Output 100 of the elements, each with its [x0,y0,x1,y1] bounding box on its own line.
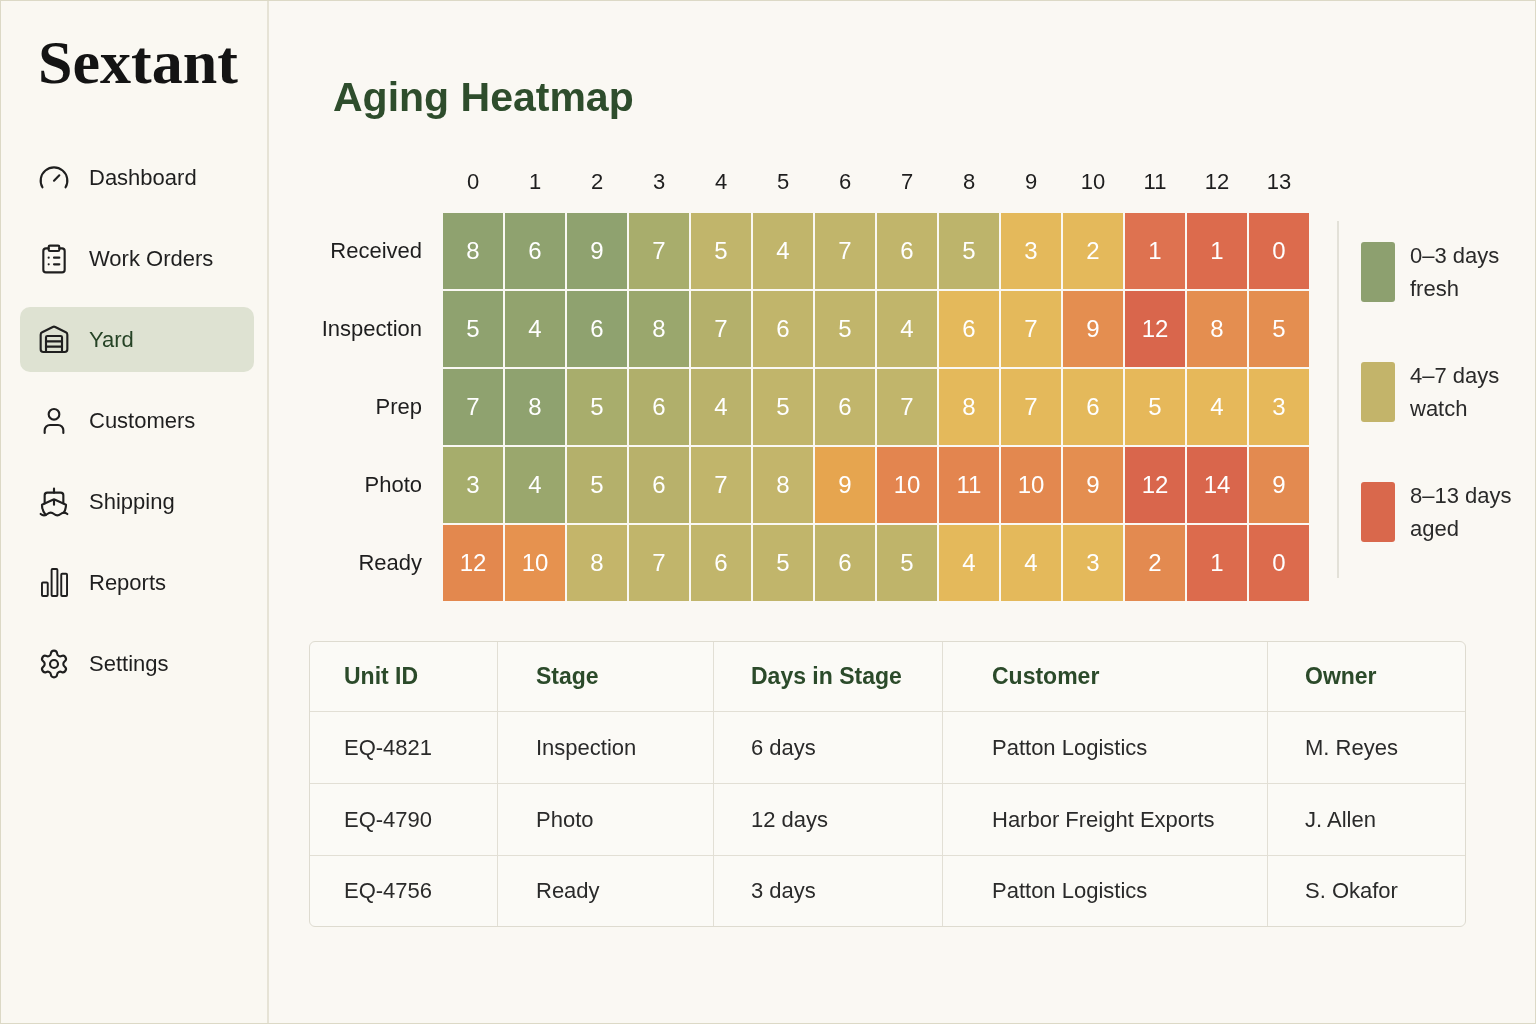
column-header: Customer [943,642,1268,712]
bar-chart-icon [40,568,68,597]
heatmap-cell: 9 [567,213,627,289]
heatmap-cell: 6 [567,291,627,367]
heatmap-cell: 5 [753,525,813,601]
heatmap-cell: 4 [753,213,813,289]
table-cell-text: S. Okafor [1304,877,1399,905]
heatmap-cell: 7 [629,213,689,289]
heatmap-cell: 12 [1125,291,1185,367]
table-cell: Photo [498,784,714,856]
heatmap-cell: 4 [505,291,565,367]
heatmap-cell: 2 [1063,213,1123,289]
heatmap-cell: 1 [1187,525,1247,601]
heatmap-cell: 4 [1001,525,1061,601]
table-cell: 12 days [714,784,943,856]
column-label: 12 [1204,168,1230,196]
row-label: Inspection [321,315,422,343]
table-cell: 6 days [714,712,943,784]
column-label: 1 [528,168,542,196]
heatmap-cell: 1 [1125,213,1185,289]
column-label: 13 [1266,168,1292,196]
column-header: Owner [1268,642,1465,712]
heatmap-cell: 8 [629,291,689,367]
heatmap-cell: 6 [939,291,999,367]
heatmap-cell: 5 [567,369,627,445]
heatmap-cell: 11 [939,447,999,523]
row-label: Received [330,237,422,265]
heatmap-cell: 7 [691,291,751,367]
legend-label: aged [1410,515,1459,543]
nav-item[interactable]: Yard [20,307,254,372]
ship-icon [38,485,70,518]
column-label: 5 [776,168,790,196]
heatmap-cell: 14 [1187,447,1247,523]
column-header: Unit ID [310,642,498,712]
legend-label: watch [1410,395,1468,423]
logo: Sextant [38,28,238,96]
column-header: Days in Stage [714,642,943,712]
column-label: 10 [1080,168,1106,196]
heatmap-cell: 9 [1063,447,1123,523]
column-label: 11 [1143,168,1167,196]
table-cell: Inspection [498,712,714,784]
heatmap-cell: 9 [1249,447,1309,523]
heatmap-cell: 5 [815,291,875,367]
heatmap-cell: 12 [443,525,503,601]
nav-item[interactable]: Customers [20,388,254,453]
nav-item[interactable]: Dashboard [20,145,254,210]
heatmap-cell: 10 [877,447,937,523]
heatmap-cell: 8 [443,213,503,289]
heatmap-cell: 5 [567,447,627,523]
column-label: 8 [962,168,976,196]
heatmap-cell: 5 [939,213,999,289]
heatmap-cell: 0 [1249,213,1309,289]
heatmap-cell: 4 [691,369,751,445]
heatmap-cell: 5 [1125,369,1185,445]
heatmap-cell: 6 [815,525,875,601]
table-cell: EQ-4790 [310,784,498,856]
heatmap-cell: 7 [443,369,503,445]
page-title: Aging Heatmap [333,73,634,122]
nav-item[interactable]: Settings [20,631,254,696]
heatmap-cell: 10 [1001,447,1061,523]
heatmap-cell: 7 [629,525,689,601]
table-cell: M. Reyes [1268,712,1465,784]
heatmap-cell: 8 [1187,291,1247,367]
settings-icon [38,647,70,680]
heatmap-cell: 4 [939,525,999,601]
table-cell: EQ-4756 [310,856,498,926]
nav-item[interactable]: Work Orders [20,226,254,291]
heatmap-cell: 6 [505,213,565,289]
column-label: 7 [900,168,914,196]
nav-item[interactable]: Shipping [20,469,254,534]
warehouse-icon [38,323,70,356]
heatmap-cell: 4 [1187,369,1247,445]
legend-range: 8–13 days [1410,482,1512,510]
heatmap-cell: 3 [1001,213,1061,289]
heatmap-cell: 5 [443,291,503,367]
table-cell: Patton Logistics [943,856,1268,926]
legend-range: 4–7 days [1410,362,1500,390]
column-label: 6 [838,168,852,196]
table-cell: J. Allen [1268,784,1465,856]
heatmap-cell: 4 [877,291,937,367]
heatmap-cell: 12 [1125,447,1185,523]
heatmap-cell: 3 [1063,525,1123,601]
heatmap-cell: 6 [753,291,813,367]
heatmap-cell: 8 [505,369,565,445]
heatmap-cell: 6 [691,525,751,601]
heatmap-cell: 5 [753,369,813,445]
heatmap-cell: 3 [1249,369,1309,445]
heatmap-cell: 6 [1063,369,1123,445]
table-cell: Patton Logistics [943,712,1268,784]
nav-item[interactable]: Reports [20,550,254,615]
column-header: Stage [498,642,714,712]
heatmap-cell: 5 [877,525,937,601]
heatmap-cell: 5 [1249,291,1309,367]
heatmap-cell: 10 [505,525,565,601]
table-cell: 3 days [714,856,943,926]
table-cell: Harbor Freight Exports [943,784,1268,856]
heatmap-cell: 2 [1125,525,1185,601]
column-label: 2 [590,168,604,196]
table-cell: Ready [498,856,714,926]
row-label: Prep [375,393,422,421]
